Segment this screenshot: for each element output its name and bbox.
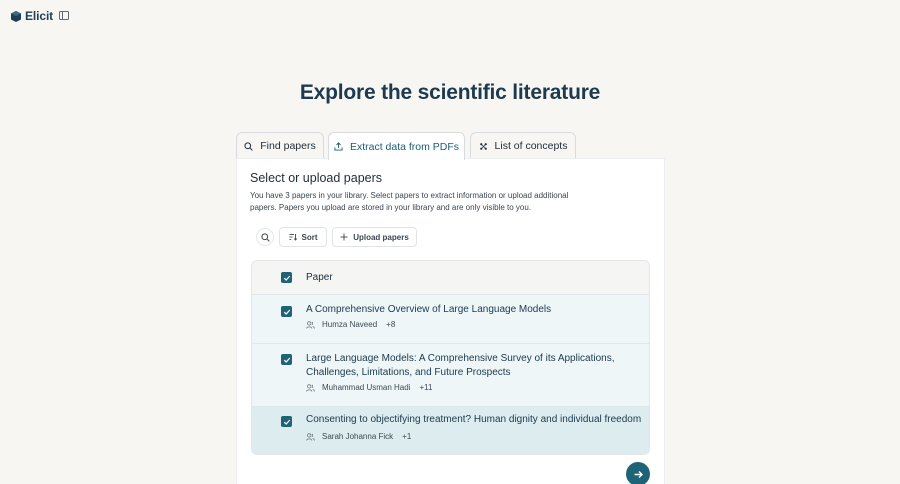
search-papers-button[interactable] bbox=[256, 228, 274, 246]
author-name: Sarah Johanna Fick bbox=[322, 432, 394, 441]
paper-authors: Sarah Johanna Fick +1 bbox=[306, 432, 411, 441]
concepts-icon bbox=[479, 142, 487, 150]
column-header-paper: Paper bbox=[306, 272, 333, 283]
paper-title: Large Language Models: A Comprehensive S… bbox=[306, 353, 615, 378]
paper-authors: Muhammad Usman Hadi +11 bbox=[306, 383, 432, 392]
tab-list-of-concepts[interactable]: List of concepts bbox=[470, 132, 576, 159]
check-icon bbox=[283, 357, 290, 363]
search-icon bbox=[244, 141, 253, 151]
sidebar-toggle-icon[interactable] bbox=[59, 11, 69, 20]
papers-table: Paper A Comprehensive Overview of Large … bbox=[251, 260, 650, 455]
top-bar: Elicit bbox=[11, 9, 53, 23]
row-checkbox[interactable] bbox=[281, 354, 292, 365]
paper-authors: Humza Naveed +8 bbox=[306, 320, 395, 329]
more-authors-count: +1 bbox=[402, 432, 412, 441]
tab-label: Find papers bbox=[260, 140, 316, 152]
upload-icon bbox=[334, 142, 343, 151]
upload-label: Upload papers bbox=[353, 232, 409, 242]
author-name: Humza Naveed bbox=[322, 320, 378, 329]
extract-panel: Select or upload papers You have 3 paper… bbox=[237, 159, 664, 484]
row-checkbox[interactable] bbox=[281, 416, 292, 427]
table-header: Paper bbox=[252, 261, 649, 295]
tab-label: List of concepts bbox=[494, 140, 568, 152]
check-icon bbox=[283, 275, 290, 281]
select-all-checkbox[interactable] bbox=[281, 272, 292, 283]
elicit-logo-icon bbox=[11, 10, 21, 22]
next-button[interactable] bbox=[626, 462, 650, 484]
paper-title: Consenting to objectifying treatment? Hu… bbox=[306, 414, 642, 425]
check-icon bbox=[283, 309, 290, 315]
panel-title: Select or upload papers bbox=[250, 171, 383, 185]
panel-description: You have 3 papers in your library. Selec… bbox=[250, 191, 569, 212]
more-authors-count: +8 bbox=[386, 320, 396, 329]
arrow-right-icon bbox=[634, 470, 643, 478]
author-name: Muhammad Usman Hadi bbox=[322, 383, 411, 392]
sort-icon bbox=[289, 234, 297, 241]
sort-button[interactable]: Sort bbox=[279, 227, 327, 247]
authors-icon bbox=[306, 432, 315, 441]
tab-label: Extract data from PDFs bbox=[349, 140, 460, 153]
page-title: Explore the scientific literature bbox=[299, 81, 601, 104]
brand-name: Elicit bbox=[25, 9, 54, 23]
table-row[interactable]: Consenting to objectifying treatment? Hu… bbox=[252, 407, 649, 454]
brand-logo[interactable]: Elicit bbox=[11, 9, 53, 23]
sort-label: Sort bbox=[301, 232, 318, 242]
search-icon bbox=[260, 232, 270, 242]
paper-title: A Comprehensive Overview of Large Langua… bbox=[306, 304, 552, 315]
authors-icon bbox=[306, 320, 315, 329]
authors-icon bbox=[306, 383, 315, 392]
plus-icon bbox=[340, 233, 348, 241]
table-row[interactable]: Large Language Models: A Comprehensive S… bbox=[252, 344, 649, 407]
more-authors-count: +11 bbox=[419, 383, 433, 392]
tab-find-papers[interactable]: Find papers bbox=[236, 132, 324, 159]
tab-extract-data[interactable]: Extract data from PDFs bbox=[328, 132, 465, 160]
row-checkbox[interactable] bbox=[281, 306, 292, 317]
table-row[interactable]: A Comprehensive Overview of Large Langua… bbox=[252, 295, 649, 344]
upload-papers-button[interactable]: Upload papers bbox=[332, 227, 417, 247]
check-icon bbox=[283, 419, 290, 425]
